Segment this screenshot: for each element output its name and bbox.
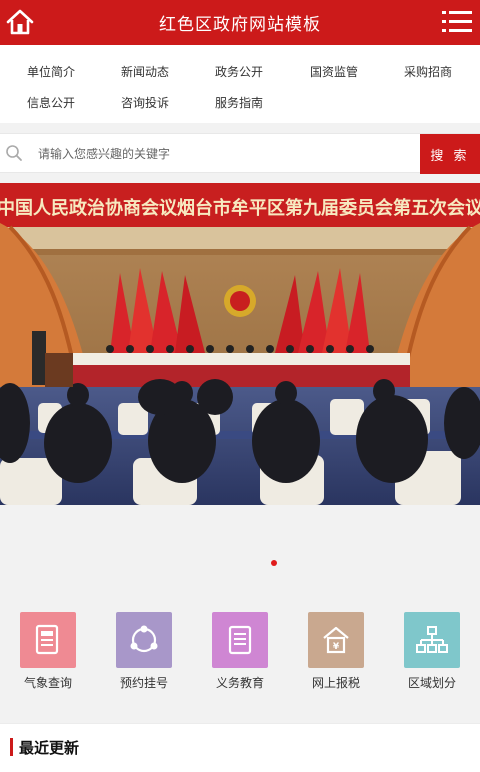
section-accent-bar — [10, 738, 13, 756]
search-icon — [6, 145, 22, 161]
slide-indicator — [0, 555, 480, 575]
nav-item-asset-supervision[interactable]: 国资监管 — [310, 63, 358, 80]
search-button[interactable]: 搜 索 — [420, 134, 480, 174]
nav-item-news[interactable]: 新闻动态 — [121, 63, 169, 80]
quick-link-appointment[interactable]: 预约挂号 — [116, 612, 172, 690]
search-input[interactable] — [38, 140, 408, 167]
document-icon — [35, 624, 59, 655]
nav-item-unit-intro[interactable]: 单位简介 — [27, 63, 75, 80]
quick-tile-regions — [404, 612, 460, 668]
svg-text:¥: ¥ — [333, 642, 340, 652]
book-icon — [228, 625, 252, 655]
network-icon — [130, 625, 158, 653]
banner-image[interactable]: 中国人民政治协商会议烟台市牟平区第九届委员会第五次会议 — [0, 183, 480, 505]
quick-label-tax: 网上报税 — [311, 676, 361, 690]
nav-item-complaints[interactable]: 咨询投诉 — [121, 94, 169, 111]
latest-updates-section: 最近更新 — [0, 723, 480, 772]
quick-tile-appointment — [116, 612, 172, 668]
quick-links: 气象查询 预约挂号 义务教育 ¥ 网上报税 区域划分 — [0, 600, 480, 700]
top-header: 红色区政府网站模板 — [0, 0, 480, 45]
menu-button[interactable] — [442, 8, 472, 36]
org-chart-icon — [416, 626, 448, 653]
main-nav: 单位简介 新闻动态 政务公开 国资监管 采购招商 信息公开 咨询投诉 服务指南 — [0, 45, 480, 123]
quick-link-weather[interactable]: 气象查询 — [20, 612, 76, 690]
menu-icon — [442, 11, 472, 32]
quick-link-tax[interactable]: ¥ 网上报税 — [308, 612, 364, 690]
nav-item-service-guide[interactable]: 服务指南 — [215, 94, 263, 111]
nav-item-procurement[interactable]: 采购招商 — [404, 63, 452, 80]
banner-headline: 中国人民政治协商会议烟台市牟平区第九届委员会第五次会议 — [0, 197, 480, 219]
quick-link-education[interactable]: 义务教育 — [212, 612, 268, 690]
nav-item-info-public[interactable]: 信息公开 — [27, 94, 75, 111]
slide-dot-active[interactable] — [271, 560, 277, 566]
quick-label-weather: 气象查询 — [23, 676, 73, 690]
page-title: 红色区政府网站模板 — [159, 15, 321, 35]
quick-tile-weather — [20, 612, 76, 668]
quick-label-regions: 区域划分 — [407, 676, 457, 690]
tax-house-icon: ¥ — [323, 626, 349, 654]
quick-label-education: 义务教育 — [215, 676, 265, 690]
search-bar: 搜 索 — [0, 133, 480, 174]
quick-tile-tax: ¥ — [308, 612, 364, 668]
conference-photo: 中国人民政治协商会议烟台市牟平区第九届委员会第五次会议 — [0, 183, 480, 505]
quick-link-regions[interactable]: 区域划分 — [404, 612, 460, 690]
quick-tile-education — [212, 612, 268, 668]
section-title: 最近更新 — [19, 739, 80, 757]
quick-label-appointment: 预约挂号 — [119, 676, 169, 690]
home-button[interactable] — [4, 6, 36, 38]
home-icon — [6, 9, 34, 35]
nav-item-gov-affairs[interactable]: 政务公开 — [215, 63, 263, 80]
